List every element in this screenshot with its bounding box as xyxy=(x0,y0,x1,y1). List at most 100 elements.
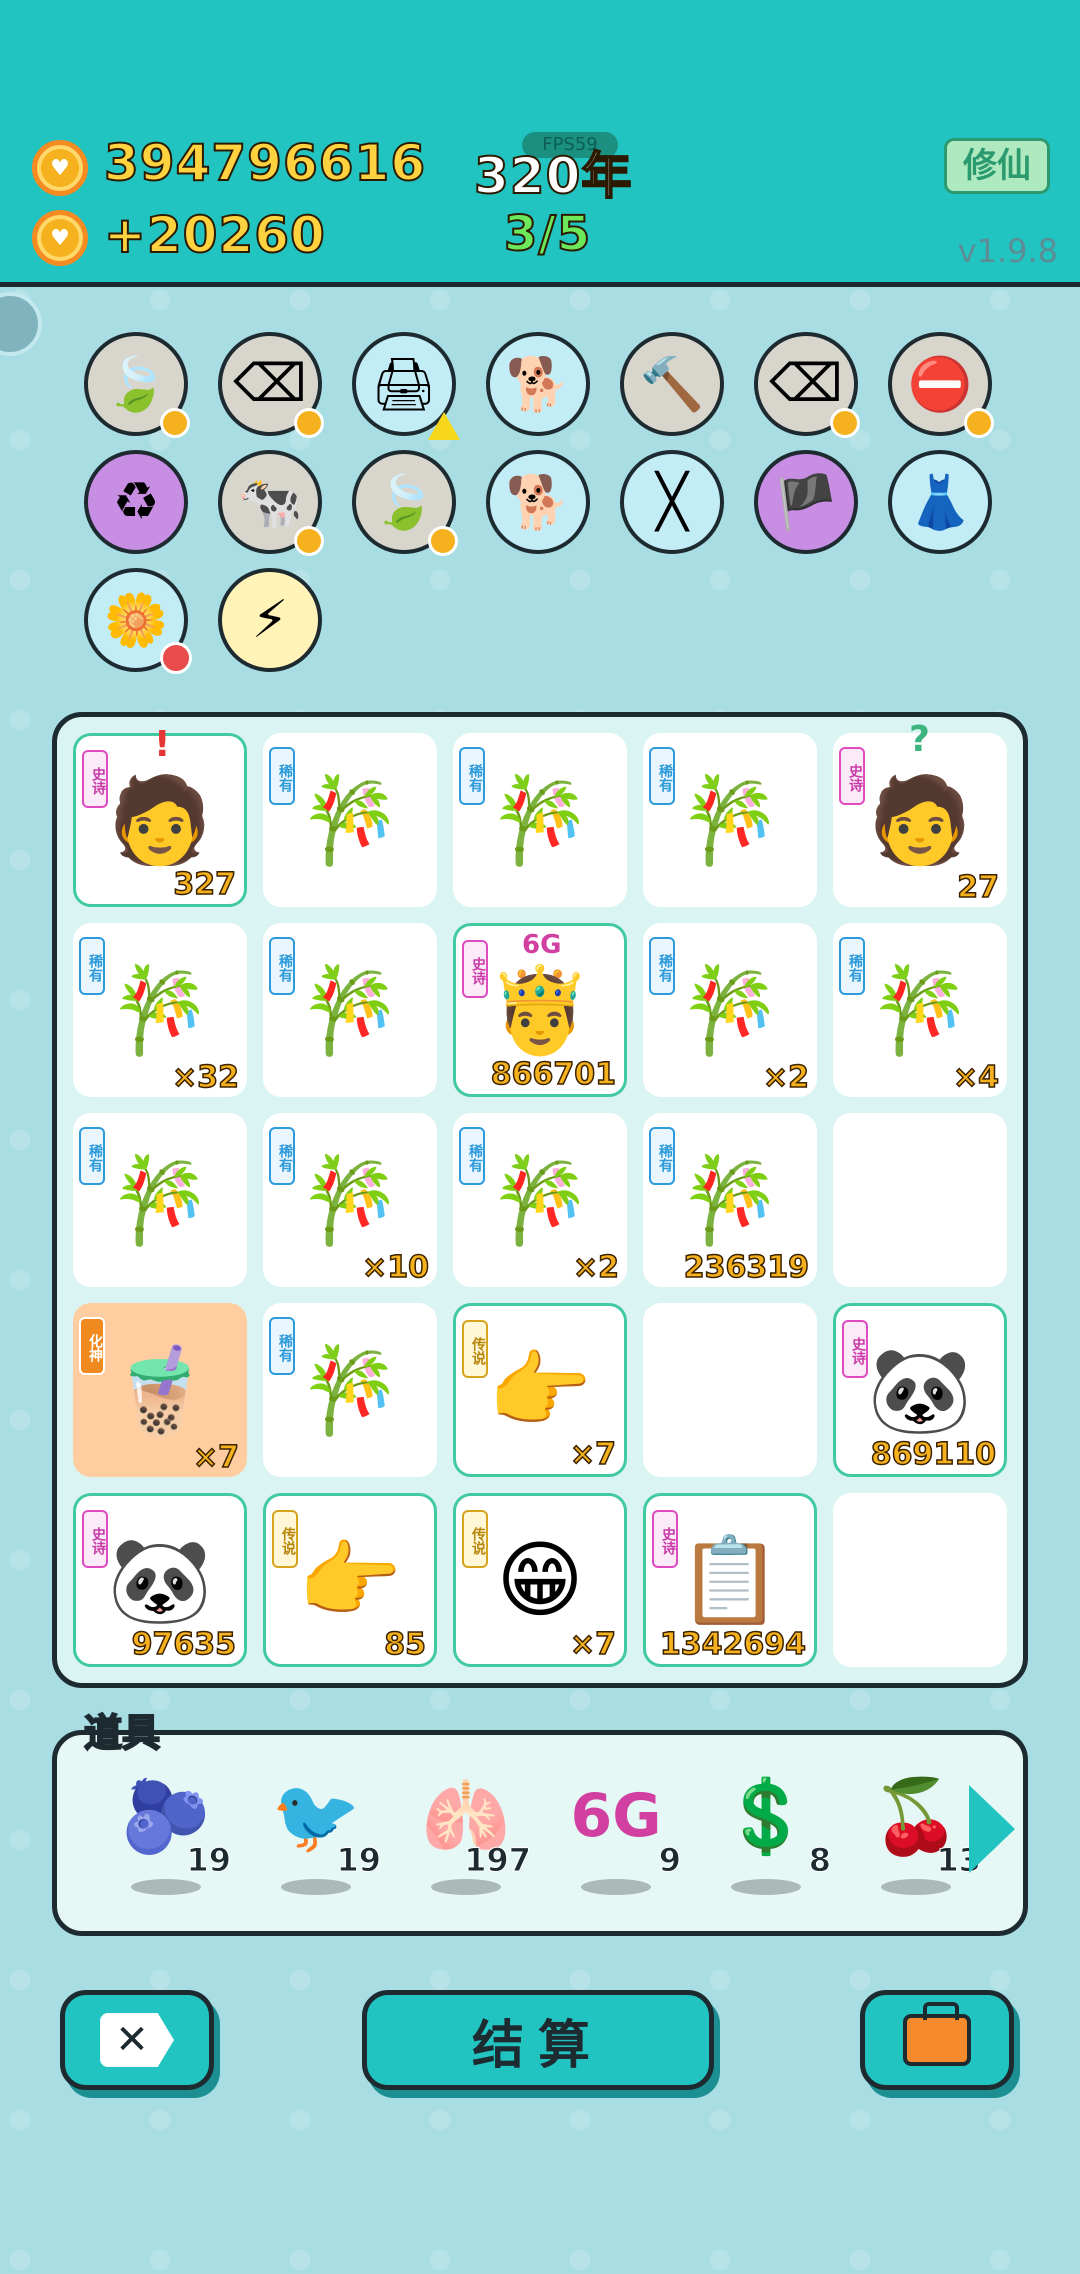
prop-shadow xyxy=(731,1879,801,1895)
xiuxian-button[interactable]: 修仙 xyxy=(944,138,1050,194)
board-cell[interactable]: 🎋 稀有 xyxy=(73,1113,247,1287)
round-progress: 3/5 xyxy=(503,205,592,263)
cell-count: 97635 xyxy=(131,1626,237,1663)
prop-item[interactable]: 6G 9 xyxy=(561,1771,682,1911)
board-cell[interactable]: 😁 传说 ×7 xyxy=(453,1493,627,1667)
props-panel: 🫐 19 🐦 19 🫁 197 6G 9 💲 8 🍒 13 xyxy=(52,1730,1028,1936)
prop-count: 19 xyxy=(336,1841,382,1880)
version-label: v1.9.8 xyxy=(957,232,1058,270)
rarity-tag: 稀有 xyxy=(649,1127,675,1185)
cell-count: ×2 xyxy=(572,1249,620,1286)
rarity-tag: 稀有 xyxy=(459,747,485,805)
rarity-tag: 稀有 xyxy=(649,937,675,995)
prop-count: 197 xyxy=(464,1841,532,1880)
prop-count: 9 xyxy=(658,1841,681,1880)
prop-item[interactable]: 🍒 13 xyxy=(861,1771,981,1911)
income-coin-icon: ♥ xyxy=(32,210,88,266)
empty-cell[interactable] xyxy=(833,1113,1007,1287)
cow-twins-icon[interactable]: 🐄 xyxy=(218,450,324,556)
prop-shadow xyxy=(881,1879,951,1895)
board-cell[interactable]: 🎋 稀有 xyxy=(643,733,817,907)
board-cell[interactable]: 🎋 稀有 xyxy=(263,733,437,907)
rarity-tag: 稀有 xyxy=(269,937,295,995)
skirt-icon[interactable]: 👗 xyxy=(888,450,992,554)
game-board: 🧑 史诗! 327 🎋 稀有 🎋 稀有 🎋 稀有 🧑 史诗? 27 🎋 稀有 ×32 🎋 稀有 🤴 史诗 6G 8667… xyxy=(52,712,1028,1688)
coin-badge-icon xyxy=(428,526,458,556)
prop-item[interactable]: 💲 8 xyxy=(711,1771,832,1911)
board-cell[interactable]: 🧑 史诗? 27 xyxy=(833,719,1007,907)
board-cell[interactable]: 🎋 稀有 ×2 xyxy=(453,1113,627,1287)
rarity-tag: 稀有 xyxy=(839,937,865,995)
delete-tag-icon: ✕ xyxy=(100,2013,174,2067)
board-cell[interactable]: 🎋 稀有 ×32 xyxy=(73,923,247,1097)
board-cell[interactable]: 👉 传说 85 xyxy=(263,1493,437,1667)
dollar-coin-icon: 💲 xyxy=(721,1773,811,1858)
delete-tag-icon[interactable]: ⌫ xyxy=(754,332,860,438)
shiba-dog-icon[interactable]: 🐕 xyxy=(486,450,590,554)
potted-flower-icon[interactable]: 🌼 xyxy=(84,568,192,674)
prop-count: 19 xyxy=(186,1841,232,1880)
warning-icon xyxy=(428,412,460,440)
rarity-tag: 史诗 xyxy=(462,940,488,998)
6g-icon: 6G xyxy=(570,1781,662,1851)
board-cell[interactable]: 👉 传说 ×7 xyxy=(453,1303,627,1477)
board-cell[interactable]: 🤴 史诗 6G 866701 xyxy=(453,923,627,1097)
empty-cell[interactable] xyxy=(643,1303,817,1477)
board-cell[interactable]: 🐼 史诗 869110 xyxy=(833,1303,1007,1477)
board-cell[interactable]: 🐼 史诗 97635 xyxy=(73,1493,247,1667)
prop-shadow xyxy=(281,1879,351,1895)
board-cell[interactable]: 🎋 稀有 xyxy=(453,733,627,907)
cell-count: ×7 xyxy=(569,1436,617,1473)
board-cell[interactable]: 🎋 稀有 236319 xyxy=(643,1113,817,1287)
board-cell[interactable]: 🧋 化神 ×7 xyxy=(73,1303,247,1477)
board-cell[interactable]: 📋 史诗 1342694 xyxy=(643,1493,817,1667)
coin-badge-icon xyxy=(964,408,994,438)
leaf-icon[interactable]: 🍃 xyxy=(84,332,190,438)
prop-count: 8 xyxy=(808,1841,831,1880)
prop-item[interactable]: 🐦 19 xyxy=(261,1771,381,1911)
coin-income: +20260 xyxy=(103,205,326,265)
delete-tag-icon[interactable]: ⌫ xyxy=(218,332,324,438)
coin-badge-icon xyxy=(160,408,190,438)
props-title: 道具 xyxy=(83,1710,161,1756)
rarity-tag: 传说 xyxy=(462,1510,488,1568)
recycle-icon[interactable]: ♻ xyxy=(84,450,188,554)
year-counter: 320年 xyxy=(473,146,633,206)
rarity-tag: 史诗 xyxy=(842,1320,868,1378)
lightning-icon[interactable]: ⚡ xyxy=(218,568,322,672)
board-cell[interactable]: 🎋 稀有 ×10 xyxy=(263,1113,437,1287)
board-cell[interactable]: 🧑 史诗! 327 xyxy=(73,724,247,907)
rarity-tag: 化神 xyxy=(79,1317,105,1375)
board-cell[interactable]: 🎋 稀有 ×4 xyxy=(833,923,1007,1097)
rarity-tag: 传说 xyxy=(272,1510,298,1568)
chopsticks-icon[interactable]: ╳ xyxy=(620,450,724,554)
6g-mark: 6G xyxy=(522,930,562,960)
remove-button[interactable]: ✕ xyxy=(60,1990,214,2090)
cell-count: 27 xyxy=(957,869,1000,906)
prop-item[interactable]: 🫐 19 xyxy=(111,1771,231,1911)
cell-count: 327 xyxy=(173,866,237,903)
board-cell[interactable]: 🎋 稀有 ×2 xyxy=(643,923,817,1097)
rarity-tag: 稀有 xyxy=(269,1127,295,1185)
bag-button[interactable] xyxy=(860,1990,1014,2090)
cell-count: ×7 xyxy=(192,1439,240,1476)
no-entry-icon[interactable]: ⛔ xyxy=(888,332,994,438)
prop-item[interactable]: 🫁 197 xyxy=(411,1771,531,1911)
board-cell[interactable]: 🎋 稀有 xyxy=(263,923,437,1097)
coin-badge-icon xyxy=(294,526,324,556)
cell-count: 869110 xyxy=(870,1436,997,1473)
shiba-dog-icon[interactable]: 🐕 xyxy=(486,332,590,436)
coin-badge-icon xyxy=(294,408,324,438)
cell-count: 1342694 xyxy=(659,1626,807,1663)
printer-icon[interactable]: 🖨 xyxy=(352,332,460,440)
settle-button[interactable]: 结算 xyxy=(362,1990,714,2090)
eyepatch-icon[interactable]: 🏴 xyxy=(754,450,858,554)
alert-mark: ! xyxy=(154,724,171,765)
prop-shadow xyxy=(131,1879,201,1895)
board-cell[interactable]: 🎋 稀有 xyxy=(263,1303,437,1477)
props-next-arrow[interactable] xyxy=(969,1785,1015,1873)
hammer-icon[interactable]: 🔨 xyxy=(620,332,724,436)
leaf-icon[interactable]: 🍃 xyxy=(352,450,458,556)
empty-cell[interactable] xyxy=(833,1493,1007,1667)
coin-total: 394796616 xyxy=(103,133,427,193)
